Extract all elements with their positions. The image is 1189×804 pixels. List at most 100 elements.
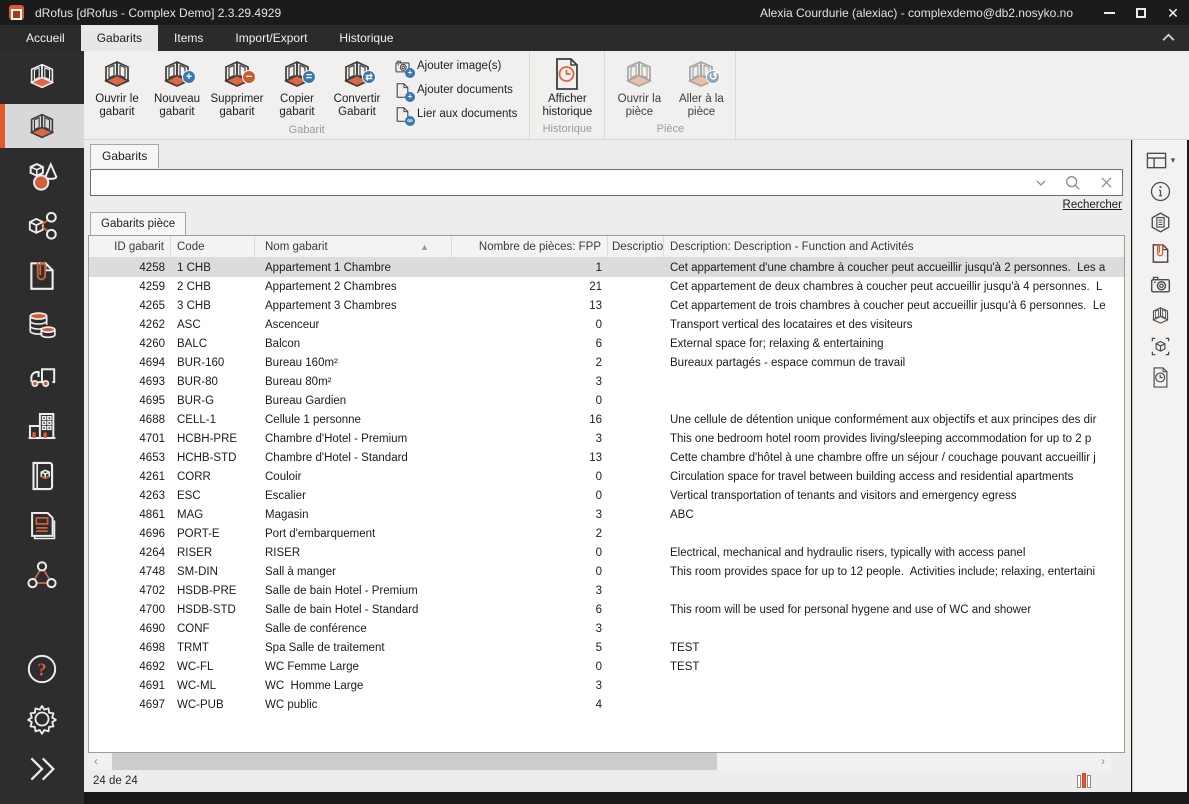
layout-selector-button[interactable]: ▾ xyxy=(1133,145,1187,176)
table-row[interactable]: 4695BUR-GBureau Gardien0 xyxy=(89,391,1124,410)
scrollbar-thumb[interactable] xyxy=(112,753,717,770)
scrollbar-track[interactable] xyxy=(104,753,1095,770)
rechercher-link[interactable]: Rechercher xyxy=(1063,199,1122,211)
column-header-fpp[interactable]: Nombre de pièces: FPP xyxy=(452,236,608,257)
table-row[interactable]: 4690CONFSalle de conférence3 xyxy=(89,619,1124,638)
sidebar-item-item-groups[interactable] xyxy=(0,204,84,248)
cell-description-function: TEST xyxy=(664,642,1124,654)
expand-chevrons-icon xyxy=(25,752,59,786)
sidebar-item-logistics[interactable] xyxy=(0,354,84,398)
table-row[interactable]: 4653HCHB-STDChambre d'Hotel - Standard13… xyxy=(89,448,1124,467)
link-documents-button[interactable]: ∞ Lier aux documents xyxy=(392,105,517,123)
table-row[interactable]: 4697WC-PUBWC public4 xyxy=(89,695,1124,714)
sidebar-item-attachments[interactable] xyxy=(0,254,84,298)
ribbon-group-historique: Afficher historique Historique xyxy=(530,51,605,139)
cell-id: 4694 xyxy=(89,357,171,369)
table-row[interactable]: 4861MAGMagasin3ABC xyxy=(89,505,1124,524)
table-row[interactable]: 4702HSDB-PRESalle de bain Hotel - Premiu… xyxy=(89,581,1124,600)
table-row[interactable]: 42653 CHBAppartement 3 Chambres13Cet app… xyxy=(89,296,1124,315)
table-row[interactable]: 4694BUR-160Bureau 160m²2Bureaux partagés… xyxy=(89,353,1124,372)
sidebar-item-relations[interactable] xyxy=(0,554,84,598)
table-row[interactable]: 4700HSDB-STDSalle de bain Hotel - Standa… xyxy=(89,600,1124,619)
sidebar-expand-button[interactable] xyxy=(0,747,84,791)
table-row[interactable]: 42581 CHBAppartement 1 Chambre1Cet appar… xyxy=(89,258,1124,277)
clear-search-icon[interactable] xyxy=(1100,176,1113,189)
menu-tab-items[interactable]: Items xyxy=(158,25,219,51)
add-images-button[interactable]: + Ajouter image(s) xyxy=(392,57,517,75)
sidebar-item-reports[interactable] xyxy=(0,504,84,548)
table-row[interactable]: 4260BALCBalcon6External space for; relax… xyxy=(89,334,1124,353)
datasheet-panel-button[interactable] xyxy=(1133,207,1187,238)
table-row[interactable]: 4701HCBH-PREChambre d'Hotel - Premium3Th… xyxy=(89,429,1124,448)
collapse-ribbon-button[interactable] xyxy=(1161,33,1176,42)
go-to-room-button[interactable]: ↺ Aller à la pièce xyxy=(670,53,732,122)
sidebar-item-items[interactable] xyxy=(0,154,84,198)
tab-gabarits[interactable]: Gabarits xyxy=(90,144,159,168)
button-label: Ouvrir le gabarit xyxy=(87,93,147,119)
open-template-button[interactable]: Ouvrir le gabarit xyxy=(87,53,147,123)
cell-description-function: Cet appartement de trois chambres à couc… xyxy=(664,300,1124,312)
table-row[interactable]: 42592 CHBAppartement 2 Chambres21Cet app… xyxy=(89,277,1124,296)
table-row[interactable]: 4261CORRCouloir0Circulation space for tr… xyxy=(89,467,1124,486)
search-icon[interactable] xyxy=(1064,174,1082,192)
copy-template-button[interactable]: = Copier gabarit xyxy=(267,53,327,123)
menu-tab-accueil[interactable]: Accueil xyxy=(10,25,81,51)
search-dropdown-chevron-icon[interactable] xyxy=(1036,180,1046,186)
sidebar-item-room-templates[interactable] xyxy=(0,104,84,148)
maximize-button[interactable] xyxy=(1125,0,1157,25)
tab-gabarits-piece[interactable]: Gabarits pièce xyxy=(90,212,186,236)
cell-fpp: 13 xyxy=(452,300,608,312)
sidebar-item-rooms[interactable] xyxy=(0,54,84,98)
column-header-id[interactable]: ID gabarit xyxy=(89,236,171,257)
column-header-description-function[interactable]: Description: Description - Function and … xyxy=(664,236,1124,257)
plus-badge-icon: + xyxy=(182,70,196,84)
horizontal-scrollbar[interactable]: ‹ › xyxy=(88,753,1111,770)
history-panel-button[interactable] xyxy=(1133,362,1187,393)
cell-id: 4688 xyxy=(89,414,171,426)
show-history-button[interactable]: Afficher historique xyxy=(533,53,601,122)
panel-toggle-icon[interactable] xyxy=(1077,773,1091,788)
table-row[interactable]: 4696PORT-EPort d'embarquement2 xyxy=(89,524,1124,543)
new-template-button[interactable]: + Nouveau gabarit xyxy=(147,53,207,123)
table-row[interactable]: 4691WC-MLWC Homme Large3 xyxy=(89,676,1124,695)
open-room-button[interactable]: Ouvrir la pièce xyxy=(608,53,670,122)
column-header-code[interactable]: Code xyxy=(171,236,255,257)
menu-tab-historique[interactable]: Historique xyxy=(323,25,409,51)
sidebar-item-help[interactable] xyxy=(0,647,84,691)
menu-tab-gabarits[interactable]: Gabarits xyxy=(81,25,158,51)
table-row[interactable]: 4688CELL-1Cellule 1 personne16Une cellul… xyxy=(89,410,1124,429)
table-row[interactable]: 4692WC-FLWC Femme Large0TEST xyxy=(89,657,1124,676)
table-row[interactable]: 4748SM-DINSall à manger0This room provid… xyxy=(89,562,1124,581)
cell-description-function: Une cellule de détention unique conformé… xyxy=(664,414,1124,426)
cell-name: RISER xyxy=(255,547,452,559)
add-documents-button[interactable]: + Ajouter documents xyxy=(392,81,517,99)
sidebar-item-product-catalog[interactable] xyxy=(0,454,84,498)
table-row[interactable]: 4264RISERRISER0Electrical, mechanical an… xyxy=(89,543,1124,562)
sidebar-item-finance[interactable] xyxy=(0,304,84,348)
table-row[interactable]: 4698TRMTSpa Salle de traitement5TEST xyxy=(89,638,1124,657)
right-panel: ▾ xyxy=(1132,140,1187,792)
model-3d-icon xyxy=(1149,335,1172,358)
room-panel-button[interactable] xyxy=(1133,300,1187,331)
menu-tab-import-export[interactable]: Import/Export xyxy=(219,25,323,51)
table-row[interactable]: 4262ASCAscenceur0Transport vertical des … xyxy=(89,315,1124,334)
info-panel-button[interactable] xyxy=(1133,176,1187,207)
model-3d-panel-button[interactable] xyxy=(1133,331,1187,362)
delete-template-button[interactable]: − Supprimer gabarit xyxy=(207,53,267,123)
table-row[interactable]: 4693BUR-80Bureau 80m²3 xyxy=(89,372,1124,391)
scroll-left-arrow-icon[interactable]: ‹ xyxy=(88,753,104,770)
column-header-name[interactable]: Nom gabarit▲ xyxy=(255,236,452,257)
button-label: Ajouter image(s) xyxy=(417,60,501,72)
search-input[interactable] xyxy=(91,170,1027,195)
close-button[interactable]: ✕ xyxy=(1157,0,1189,25)
scroll-right-arrow-icon[interactable]: › xyxy=(1095,753,1111,770)
sidebar-item-buildings[interactable] xyxy=(0,404,84,448)
sidebar-item-settings[interactable] xyxy=(0,697,84,741)
attachments-panel-button[interactable] xyxy=(1133,238,1187,269)
table-row[interactable]: 4263ESCEscalier0Vertical transportation … xyxy=(89,486,1124,505)
convert-template-button[interactable]: ⇄ Convertir Gabarit xyxy=(327,53,387,123)
minimize-button[interactable] xyxy=(1093,0,1125,25)
column-header-description[interactable]: Description xyxy=(608,236,664,257)
cell-fpp: 3 xyxy=(452,680,608,692)
images-panel-button[interactable] xyxy=(1133,269,1187,300)
